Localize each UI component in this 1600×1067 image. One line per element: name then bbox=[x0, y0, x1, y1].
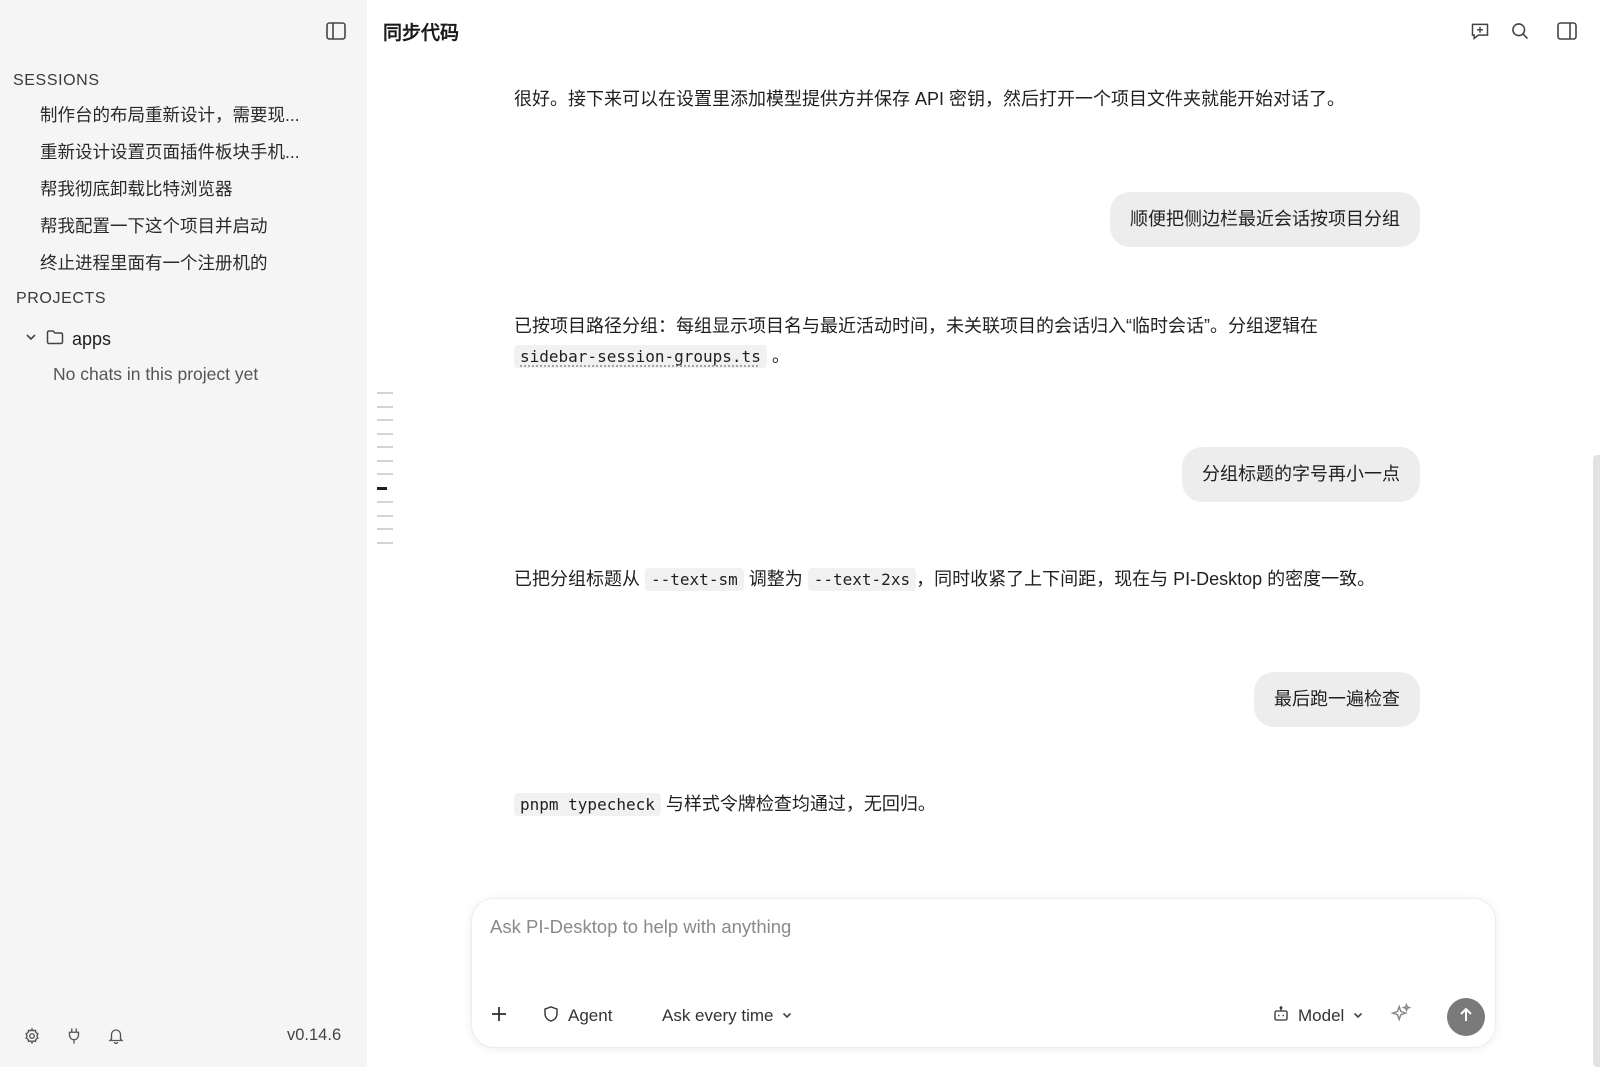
minimap-mark[interactable] bbox=[377, 419, 393, 421]
minimap-mark[interactable] bbox=[377, 432, 393, 435]
chat-main: 同步代码 很好。接下来可以在设置里添加模型提供方并保存 API 密钥，然后打开一… bbox=[367, 0, 1600, 1067]
inline-code: --text-sm bbox=[645, 568, 744, 591]
chevron-down-icon bbox=[1352, 1006, 1364, 1026]
inline-code: --text-2xs bbox=[807, 568, 917, 591]
app-version: v0.14.6 bbox=[287, 1026, 342, 1044]
agent-button[interactable]: Agent bbox=[542, 1002, 612, 1030]
attach-button[interactable] bbox=[490, 1002, 508, 1030]
plus-icon bbox=[490, 1005, 508, 1028]
right-panel-icon[interactable] bbox=[1555, 19, 1579, 43]
robot-icon bbox=[1272, 1005, 1290, 1028]
minimap-mark[interactable] bbox=[377, 541, 393, 544]
page-title: 同步代码 bbox=[383, 23, 460, 44]
sidebar: SESSIONS 制作台的布局重新设计，需要现... 重新设计设置页面插件板块手… bbox=[0, 0, 367, 1067]
project-item-apps[interactable]: apps bbox=[24, 326, 111, 352]
sessions-heading: SESSIONS bbox=[13, 72, 100, 89]
minimap-mark[interactable] bbox=[377, 459, 393, 462]
user-message: 分组标题的字号再小一点 bbox=[1182, 447, 1420, 502]
session-item[interactable]: 终止进程里面有一个注册机的 bbox=[0, 245, 310, 282]
permission-label: Ask every time bbox=[662, 1006, 774, 1025]
plug-icon[interactable] bbox=[63, 1025, 85, 1047]
message-text: ，同时收紧了上下间距，现在与 PI-Desktop 的密度一致。 bbox=[916, 569, 1376, 589]
shield-icon bbox=[542, 1005, 560, 1028]
inline-code: pnpm typecheck bbox=[514, 793, 661, 816]
assistant-message: 很好。接下来可以在设置里添加模型提供方并保存 API 密钥，然后打开一个项目文件… bbox=[514, 89, 1346, 109]
user-message: 顺便把侧边栏最近会话按项目分组 bbox=[1110, 192, 1420, 247]
composer: Agent Ask every time Model bbox=[472, 899, 1495, 1047]
session-item[interactable]: 重新设计设置页面插件板块手机... bbox=[0, 134, 310, 171]
message-text: 与样式令牌检查均通过，无回归。 bbox=[665, 794, 936, 814]
session-item[interactable]: 帮我配置一下这个项目并启动 bbox=[0, 208, 310, 245]
message-input[interactable] bbox=[488, 915, 1472, 939]
message-text: 调整为 bbox=[748, 569, 803, 589]
minimap-mark[interactable] bbox=[377, 405, 393, 408]
search-icon[interactable] bbox=[1508, 19, 1532, 43]
session-list: 制作台的布局重新设计，需要现... 重新设计设置页面插件板块手机... 帮我彻底… bbox=[0, 97, 367, 282]
permission-dropdown[interactable]: Ask every time bbox=[662, 1002, 793, 1030]
project-name: apps bbox=[72, 328, 112, 349]
minimap-mark-current[interactable] bbox=[377, 486, 387, 490]
agent-label: Agent bbox=[568, 1006, 613, 1025]
sparkles-icon bbox=[1390, 1002, 1412, 1030]
empty-project-note: No chats in this project yet bbox=[53, 364, 259, 384]
folder-icon bbox=[46, 329, 64, 350]
minimap-mark[interactable] bbox=[377, 528, 393, 530]
scrollbar[interactable] bbox=[1593, 455, 1600, 1067]
minimap-mark[interactable] bbox=[377, 501, 393, 503]
message-text: 。 bbox=[771, 346, 790, 366]
session-item[interactable]: 制作台的布局重新设计，需要现... bbox=[0, 97, 310, 134]
send-button[interactable] bbox=[1447, 998, 1485, 1036]
model-selector[interactable]: Model bbox=[1272, 1002, 1364, 1030]
user-message: 最后跑一遍检查 bbox=[1254, 672, 1420, 727]
chevron-down-icon[interactable] bbox=[24, 330, 38, 349]
assistant-message: 已按项目路径分组：每组显示项目名与最近活动时间，未关联项目的会话归入“临时会话”… bbox=[514, 311, 1434, 372]
chevron-down-icon bbox=[781, 1006, 793, 1026]
arrow-up-icon bbox=[1457, 1006, 1475, 1029]
assistant-message: pnpm typecheck 与样式令牌检查均通过，无回归。 bbox=[514, 789, 1434, 820]
model-label: Model bbox=[1298, 1006, 1345, 1025]
conversation-minimap[interactable] bbox=[377, 392, 397, 555]
minimap-mark[interactable] bbox=[377, 392, 393, 394]
new-chat-icon[interactable] bbox=[1468, 19, 1492, 43]
minimap-mark[interactable] bbox=[377, 473, 393, 475]
session-item[interactable]: 帮我彻底卸载比特浏览器 bbox=[0, 171, 310, 208]
bell-icon[interactable] bbox=[105, 1025, 127, 1047]
minimap-mark[interactable] bbox=[377, 514, 393, 517]
enhance-prompt-button[interactable] bbox=[1390, 1002, 1412, 1030]
sidebar-toggle-icon[interactable] bbox=[325, 20, 347, 42]
message-text: 已按项目路径分组：每组显示项目名与最近活动时间，未关联项目的会话归入“临时会话”… bbox=[514, 316, 1318, 336]
minimap-mark[interactable] bbox=[377, 446, 393, 448]
assistant-message: 已把分组标题从 --text-sm 调整为 --text-2xs ，同时收紧了上下… bbox=[514, 564, 1434, 595]
file-path-code[interactable]: sidebar-session-groups.ts bbox=[514, 345, 767, 368]
gear-icon[interactable] bbox=[21, 1025, 43, 1047]
projects-heading: PROJECTS bbox=[16, 290, 107, 307]
message-text: 已把分组标题从 bbox=[514, 569, 640, 589]
